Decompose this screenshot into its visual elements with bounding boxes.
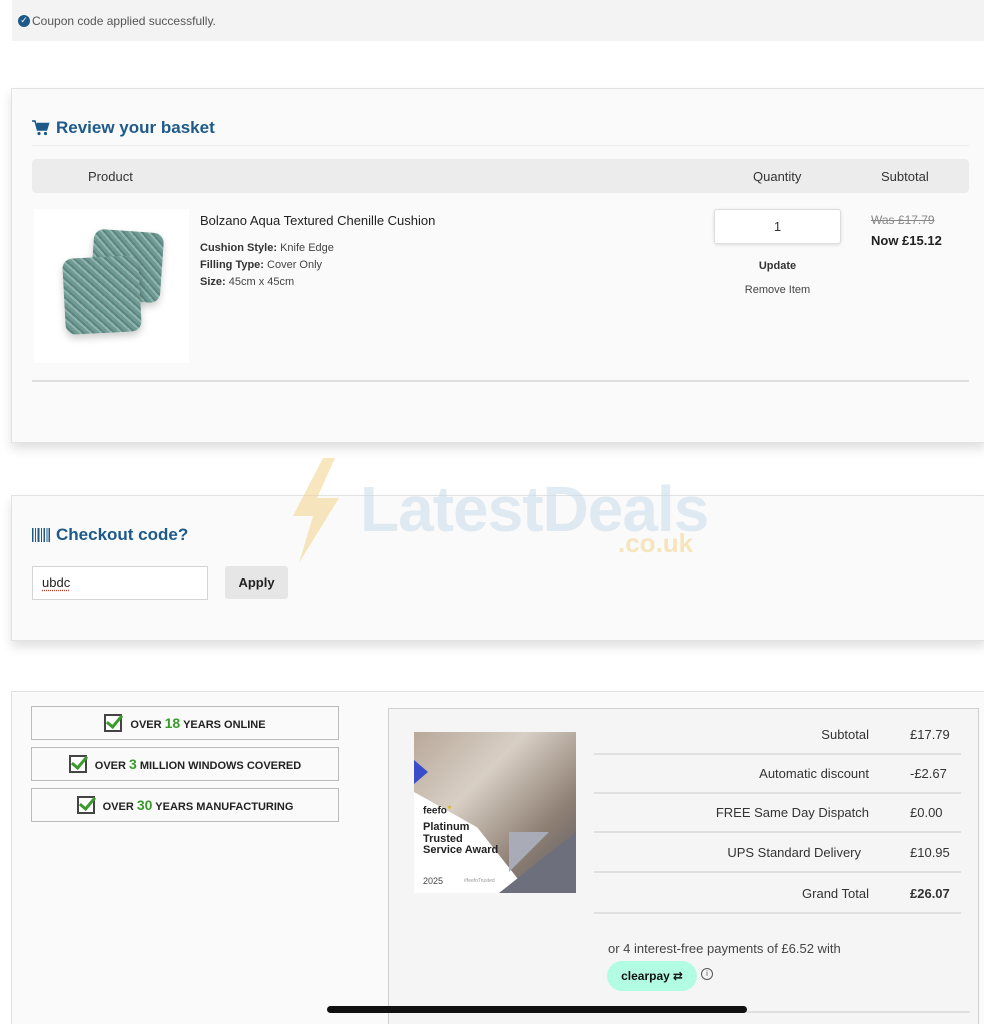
badge-text: OVER 18 YEARS ONLINE	[130, 715, 265, 731]
totals-row: UPS Standard Delivery £10.95	[594, 834, 961, 873]
checkbox-tick-icon	[104, 714, 123, 732]
badge-text: OVER 30 YEARS MANUFACTURING	[103, 797, 294, 813]
attribute-value: 45cm x 45cm	[228, 276, 295, 288]
checkout-code-input[interactable]: ubdc	[32, 566, 208, 600]
feefo-brand: feefo	[423, 805, 447, 817]
totals-value: £17.79	[910, 727, 950, 742]
award-title: Platinum Trusted Service Award	[423, 821, 499, 856]
coupon-success-notice: ✓ Coupon code applied successfully.	[12, 0, 984, 41]
totals-panel: feefo★ Platinum Trusted Service Award 20…	[388, 708, 979, 1024]
totals-value: £10.95	[910, 845, 950, 860]
clearpay-brand: clearpay	[621, 969, 670, 983]
badge-suffix: YEARS ONLINE	[183, 719, 266, 731]
checkout-code-section: Checkout code? ubdc Apply	[11, 495, 984, 641]
totals-label: UPS Standard Delivery	[727, 845, 861, 860]
trust-badge: OVER 18 YEARS ONLINE	[31, 706, 339, 740]
badge-number: 18	[164, 715, 181, 731]
check-circle-icon: ✓	[18, 14, 30, 27]
now-price: Now £15.12	[871, 233, 942, 248]
grand-total-value: £26.07	[910, 886, 950, 901]
totals-row: Automatic discount -£2.67	[594, 755, 961, 794]
totals-row: Subtotal £17.79	[594, 716, 961, 755]
clearpay-text: or 4 interest-free payments of £6.52 wit…	[608, 941, 841, 956]
basket-section: Review your basket Product Quantity Subt…	[11, 88, 984, 443]
badge-text: OVER 3 MILLION WINDOWS COVERED	[95, 756, 301, 772]
order-summary-section: OVER 18 YEARS ONLINE OVER 3 MILLION WIND…	[11, 691, 984, 1024]
divider	[32, 380, 969, 382]
checkbox-tick-icon	[76, 796, 95, 814]
product-attribute: Cushion Style: Knife Edge	[200, 242, 334, 254]
grand-total-row: Grand Total £26.07	[594, 875, 961, 914]
award-year: 2025	[423, 876, 444, 886]
totals-label: Automatic discount	[759, 766, 869, 781]
notice-text: Coupon code applied successfully.	[32, 13, 216, 28]
award-tag: #feefoTrusted	[464, 878, 495, 884]
badge-prefix: OVER	[130, 719, 162, 731]
totals-value: £0.00	[910, 805, 943, 820]
feefo-logo: feefo★	[423, 804, 452, 816]
badge-prefix: OVER	[102, 801, 134, 813]
trust-badge: OVER 30 YEARS MANUFACTURING	[31, 788, 339, 822]
basket-table-header: Product Quantity Subtotal	[32, 159, 969, 193]
totals-label: FREE Same Day Dispatch	[715, 805, 869, 820]
feefo-award-image: feefo★ Platinum Trusted Service Award 20…	[414, 732, 576, 893]
clearpay-arrows-icon: ⇄	[672, 969, 683, 983]
totals-value: -£2.67	[910, 766, 947, 781]
barcode-icon	[32, 528, 50, 542]
cushion-front-shape	[62, 255, 142, 335]
clearpay-logo[interactable]: clearpay ⇄	[607, 961, 697, 991]
column-quantity: Quantity	[753, 169, 802, 184]
attribute-label: Cushion Style:	[200, 242, 278, 254]
totals-row: FREE Same Day Dispatch £0.00	[594, 794, 961, 833]
apply-button[interactable]: Apply	[225, 566, 288, 599]
shopping-cart-icon	[32, 120, 50, 136]
quantity-input[interactable]: 1	[714, 209, 841, 244]
checkout-code-title-text: Checkout code?	[56, 525, 189, 544]
trust-badge: OVER 3 MILLION WINDOWS COVERED	[31, 747, 339, 781]
column-product: Product	[88, 169, 133, 184]
badge-suffix: MILLION WINDOWS COVERED	[139, 760, 302, 772]
info-icon[interactable]: i	[701, 968, 713, 980]
totals-label: Subtotal	[821, 727, 869, 742]
attribute-value: Cover Only	[267, 259, 323, 271]
product-image[interactable]	[34, 209, 189, 363]
badge-number: 30	[136, 797, 153, 813]
was-price: Was £17.79	[871, 213, 935, 227]
totals-label: Grand Total	[802, 886, 869, 901]
attribute-label: Size:	[200, 276, 226, 288]
feefo-stars: ★	[446, 805, 453, 811]
column-subtotal: Subtotal	[881, 169, 929, 184]
home-indicator	[327, 1006, 747, 1013]
attribute-label: Filling Type:	[200, 259, 264, 271]
basket-title-text: Review your basket	[56, 118, 215, 137]
checkbox-tick-icon	[68, 755, 87, 773]
checkout-code-title: Checkout code?	[32, 525, 188, 545]
attribute-value: Knife Edge	[280, 242, 334, 254]
product-name[interactable]: Bolzano Aqua Textured Chenille Cushion	[200, 213, 435, 228]
badge-number: 3	[129, 756, 137, 772]
badge-prefix: OVER	[94, 760, 126, 772]
update-button[interactable]: Update	[714, 260, 841, 272]
product-attribute: Filling Type: Cover Only	[200, 259, 322, 271]
basket-title: Review your basket	[32, 118, 215, 138]
divider	[32, 145, 969, 146]
badge-suffix: YEARS MANUFACTURING	[155, 801, 294, 813]
product-attribute: Size: 45cm x 45cm	[200, 276, 294, 288]
remove-item-link[interactable]: Remove Item	[714, 284, 841, 296]
